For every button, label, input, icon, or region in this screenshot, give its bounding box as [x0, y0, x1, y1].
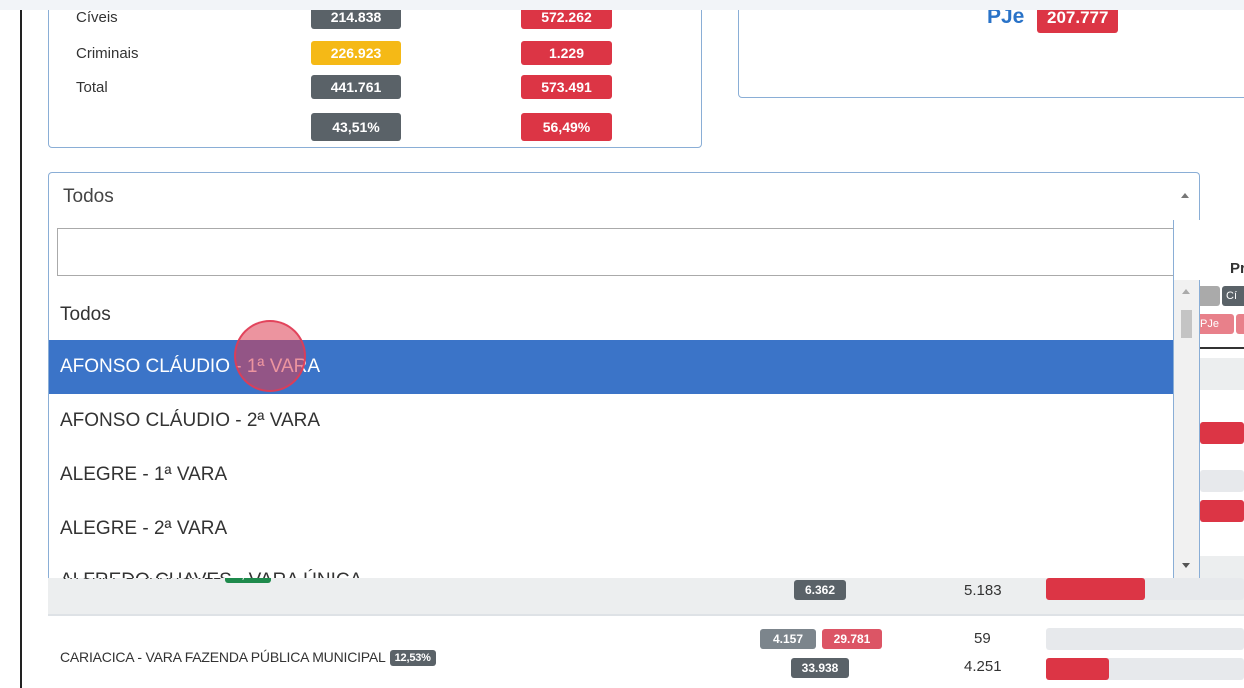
row-name-cariacica[interactable]: CARIACICA - VARA FAZENDA PÚBLICA MUNICIP… — [60, 649, 436, 667]
header-chip-civeis: Cí — [1222, 286, 1244, 306]
bar-track — [1046, 628, 1244, 650]
option-alegre-2[interactable]: ALEGRE - 2ª VARA — [49, 502, 1173, 556]
summary-label: Total — [76, 79, 108, 96]
row-physical-badge: 4.157 — [760, 629, 816, 649]
row-name-text: CARIACICA - VARA FAZENDA PÚBLICA MUNICIP… — [60, 649, 386, 665]
option-todos[interactable]: Todos — [49, 288, 1173, 342]
option-alegre-1[interactable]: ALEGRE - 1ª VARA — [49, 448, 1173, 502]
dropdown-search-input[interactable] — [57, 228, 1173, 276]
caret-up-icon[interactable] — [1181, 193, 1189, 198]
civeis-pje-badge: 572.262 — [521, 10, 612, 29]
summary-row-percent: 43,51% 56,49% — [49, 113, 701, 141]
row-value-top: 59 — [974, 630, 991, 647]
header-chip-pje-2 — [1236, 314, 1244, 334]
row-divider — [48, 614, 1244, 616]
row-value: 5.183 — [964, 582, 1002, 599]
criminais-pje-badge: 1.229 — [521, 41, 612, 65]
criminais-physical-badge: 226.923 — [311, 41, 401, 65]
row-total-badge: 33.938 — [791, 658, 849, 678]
summary-row-total: Total 441.761 573.491 — [49, 75, 701, 101]
option-alfredo-chaves[interactable]: ALFREDO CHAVES - VARA ÚNICA — [49, 554, 1173, 578]
scroll-down-icon[interactable] — [1182, 563, 1190, 568]
click-indicator — [234, 320, 306, 392]
row-value-bottom: 4.251 — [964, 658, 1002, 675]
row-percent-badge: 12,53% — [389, 650, 436, 667]
summary-label: Cíveis — [76, 10, 118, 26]
scroll-up-icon[interactable] — [1182, 289, 1190, 294]
pje-percent-badge: 56,49% — [521, 113, 612, 141]
table-header-partial: Pr — [1230, 260, 1244, 277]
row-pje-badge: 29.781 — [822, 629, 882, 649]
select-value: Todos — [63, 186, 114, 207]
option-afonso-claudio-1[interactable]: AFONSO CLÁUDIO - 1ª VARA — [49, 340, 1173, 394]
pje-label: PJe — [987, 10, 1025, 28]
option-afonso-claudio-2[interactable]: AFONSO CLÁUDIO - 2ª VARA — [49, 394, 1173, 448]
page: Cíveis 214.838 572.262 Criminais 226.923… — [0, 10, 1244, 688]
civeis-physical-badge: 214.838 — [311, 10, 401, 29]
summary-card: Cíveis 214.838 572.262 Criminais 226.923… — [48, 10, 702, 148]
bar-fill — [1200, 422, 1244, 444]
physical-percent-badge: 43,51% — [311, 113, 401, 141]
summary-row-criminais: Criminais 226.923 1.229 — [49, 41, 701, 67]
header-chip-pje: PJe — [1196, 314, 1234, 334]
summary-label: Criminais — [76, 45, 139, 62]
bar-fill — [1046, 658, 1109, 680]
bar-track — [1200, 470, 1244, 492]
dropdown-scrollbar[interactable] — [1174, 280, 1200, 578]
select-dropdown: Todos AFONSO CLÁUDIO - 1ª VARA AFONSO CL… — [48, 220, 1174, 578]
scroll-thumb[interactable] — [1181, 310, 1192, 338]
bar-fill — [1046, 578, 1145, 600]
summary-row-civeis: Cíveis 214.838 572.262 — [49, 10, 701, 31]
vara-select[interactable]: Todos — [48, 172, 1200, 220]
pje-total-badge: 207.777 — [1037, 10, 1119, 33]
total-pje-badge: 573.491 — [521, 75, 612, 99]
pje-card: PJe 207.777 — [738, 10, 1244, 98]
row-total-badge: 6.362 — [794, 580, 846, 600]
bar-fill — [1200, 500, 1244, 522]
total-physical-badge: 441.761 — [311, 75, 401, 99]
left-divider — [20, 10, 22, 688]
